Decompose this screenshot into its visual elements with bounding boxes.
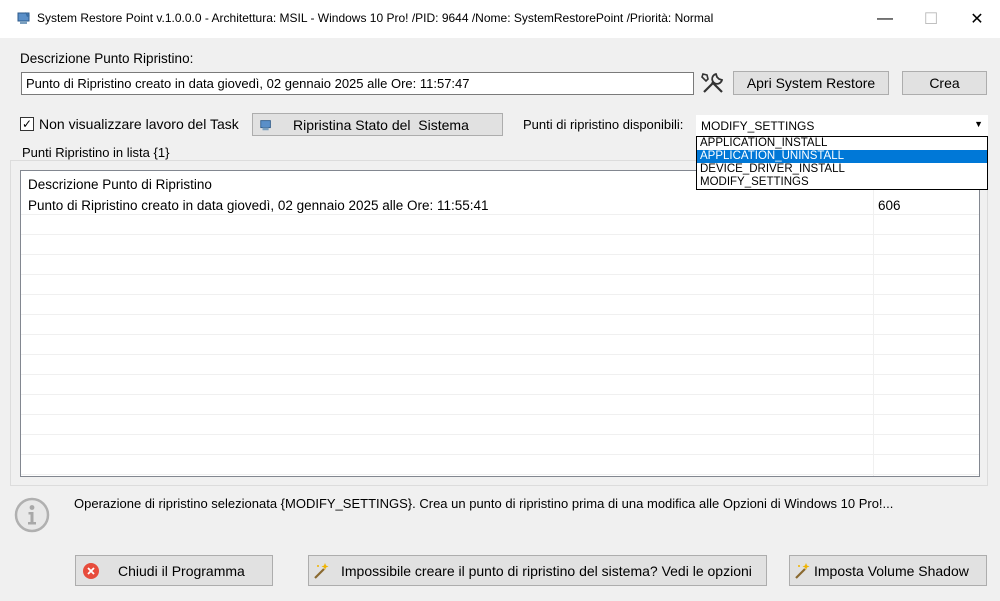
table-row bbox=[21, 375, 979, 395]
minimize-button[interactable]: — bbox=[862, 0, 908, 38]
table-row bbox=[21, 415, 979, 435]
app-icon bbox=[17, 12, 30, 24]
restore-system-state-label: Ripristina Stato del Sistema bbox=[293, 116, 469, 133]
minimize-icon: — bbox=[877, 10, 893, 27]
chevron-down-icon[interactable]: ▼ bbox=[974, 119, 983, 129]
dropdown-option-application-uninstall[interactable]: APPLICATION_UNINSTALL bbox=[697, 150, 987, 163]
set-volume-shadow-label: Imposta Volume Shadow bbox=[814, 562, 969, 579]
create-label: Crea bbox=[929, 75, 960, 91]
magic-wand-icon bbox=[314, 562, 329, 579]
table-row bbox=[21, 455, 979, 475]
restore-type-combobox[interactable]: MODIFY_SETTINGS ▼ bbox=[696, 115, 988, 136]
description-input[interactable] bbox=[21, 72, 694, 95]
maximize-button[interactable]: ☐ bbox=[908, 0, 954, 38]
close-circle-icon bbox=[83, 562, 99, 579]
magic-wand-icon bbox=[795, 562, 810, 579]
create-button[interactable]: Crea bbox=[902, 71, 987, 95]
restore-points-list[interactable]: Descrizione Punto di Ripristino Punto di… bbox=[20, 170, 980, 477]
set-volume-shadow-button[interactable]: Imposta Volume Shadow bbox=[789, 555, 987, 586]
table-row bbox=[21, 235, 979, 255]
close-icon: ✕ bbox=[970, 11, 984, 28]
restore-type-dropdown[interactable]: APPLICATION_INSTALL APPLICATION_UNINSTAL… bbox=[696, 136, 988, 190]
check-icon: ✓ bbox=[21, 117, 33, 131]
restore-options-label: Impossibile creare il punto di ripristin… bbox=[341, 562, 752, 579]
combo-selected-value: MODIFY_SETTINGS bbox=[701, 119, 815, 133]
table-row bbox=[21, 435, 979, 455]
restore-options-button[interactable]: Impossibile creare il punto di ripristin… bbox=[308, 555, 767, 586]
info-icon bbox=[14, 497, 50, 533]
row-description: Punto di Ripristino creato in data giove… bbox=[28, 198, 489, 213]
close-window-button[interactable]: ✕ bbox=[954, 0, 1000, 38]
available-points-label: Punti di ripristino disponibili: bbox=[523, 117, 684, 132]
restore-points-group-label: Punti Ripristino in lista {1} bbox=[19, 145, 173, 160]
table-row bbox=[21, 355, 979, 375]
table-row bbox=[21, 215, 979, 235]
operation-info-text: Operazione di ripristino selezionata {MO… bbox=[74, 496, 894, 511]
tools-icon[interactable] bbox=[700, 70, 726, 96]
column-header-description[interactable]: Descrizione Punto di Ripristino bbox=[28, 177, 212, 192]
close-program-button[interactable]: Chiudi il Programma bbox=[75, 555, 273, 586]
table-row bbox=[21, 275, 979, 295]
dropdown-option-application-install[interactable]: APPLICATION_INSTALL bbox=[697, 137, 987, 150]
dropdown-option-modify-settings[interactable]: MODIFY_SETTINGS bbox=[697, 176, 987, 189]
open-system-restore-label: Apri System Restore bbox=[746, 75, 876, 91]
window-title: System Restore Point v.1.0.0.0 - Archite… bbox=[37, 11, 714, 25]
restore-system-state-button[interactable]: Ripristina Stato del Sistema bbox=[252, 113, 503, 136]
no-task-label: Non visualizzare lavoro del Task bbox=[39, 116, 239, 132]
table-row bbox=[21, 395, 979, 415]
restore-icon bbox=[260, 119, 271, 130]
description-label: Descrizione Punto Ripristino: bbox=[20, 51, 194, 66]
table-row bbox=[21, 315, 979, 335]
open-system-restore-button[interactable]: Apri System Restore bbox=[733, 71, 889, 95]
table-row bbox=[21, 295, 979, 315]
table-row bbox=[21, 255, 979, 275]
close-program-label: Chiudi il Programma bbox=[118, 562, 245, 579]
no-task-checkbox[interactable]: ✓ bbox=[20, 117, 34, 131]
maximize-icon: ☐ bbox=[923, 11, 939, 28]
table-row[interactable]: Punto di Ripristino creato in data giove… bbox=[21, 195, 979, 215]
table-row bbox=[21, 335, 979, 355]
row-sequence: 606 bbox=[878, 198, 901, 213]
dropdown-option-device-driver-install[interactable]: DEVICE_DRIVER_INSTALL bbox=[697, 163, 987, 176]
